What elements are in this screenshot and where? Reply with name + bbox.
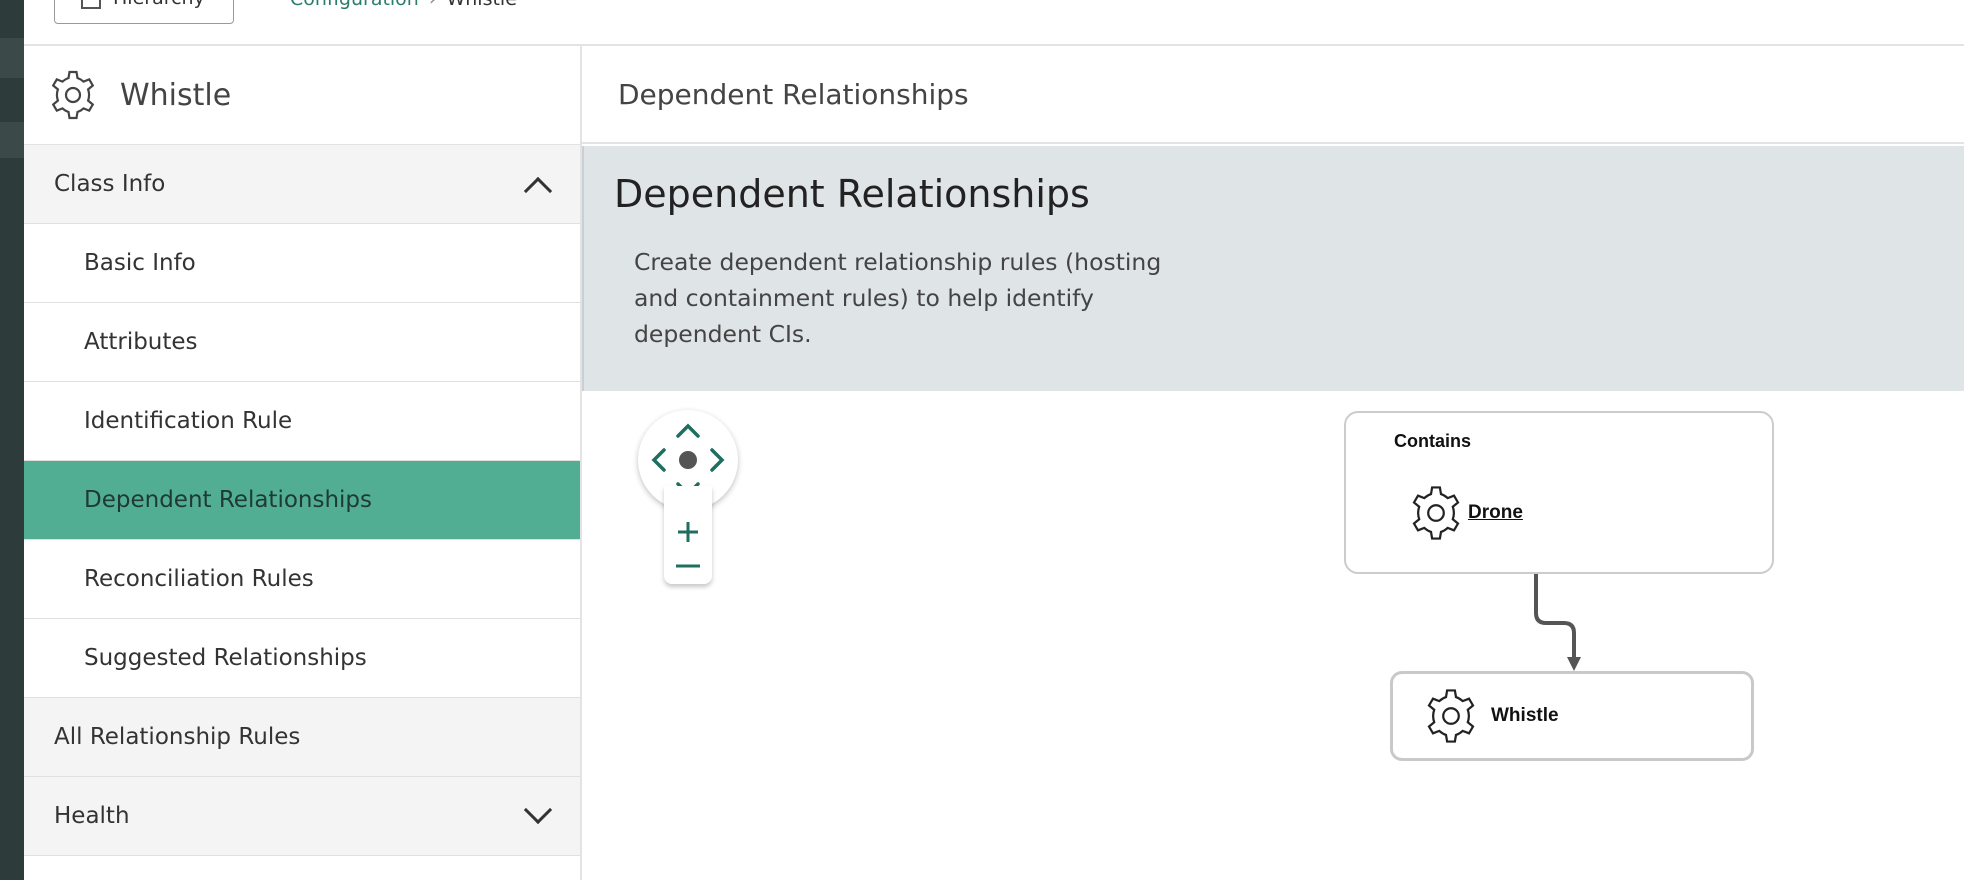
- chevron-down-icon[interactable]: [523, 795, 553, 825]
- chevron-up-icon[interactable]: [523, 176, 553, 206]
- strip-band: [0, 122, 24, 158]
- child-class-node[interactable]: Whistle: [1390, 671, 1754, 761]
- sidebar-header: Whistle: [24, 46, 580, 145]
- section-all-rules-label: All Relationship Rules: [54, 724, 301, 750]
- section-class-info-label: Class Info: [54, 171, 166, 197]
- sidebar-item-suggested-relationships[interactable]: Suggested Relationships: [24, 619, 580, 698]
- hierarchy-label: Hierarchy: [113, 0, 205, 9]
- sidebar-item-identification-rule[interactable]: Identification Rule: [24, 382, 580, 461]
- gear-icon: [1427, 689, 1475, 743]
- banner-title: Dependent Relationships: [614, 172, 1090, 216]
- relationship-diagram-canvas[interactable]: Contains Drone Whistle: [582, 391, 1964, 880]
- breadcrumb-separator: ›: [419, 0, 447, 10]
- contains-rule-box[interactable]: Contains Drone: [1344, 411, 1774, 574]
- gear-icon: [1412, 486, 1460, 540]
- breadcrumb-configuration[interactable]: Configuration: [290, 0, 419, 10]
- breadcrumb-current: Whistle: [446, 0, 516, 10]
- sidebar-item-attributes[interactable]: Attributes: [24, 303, 580, 382]
- section-class-info[interactable]: Class Info: [24, 145, 580, 224]
- child-class-label: Whistle: [1491, 705, 1559, 726]
- hierarchy-icon: [81, 0, 101, 9]
- sidebar-item-label: Basic Info: [84, 250, 196, 276]
- strip-band: [0, 38, 24, 78]
- app-left-strip: [0, 0, 24, 880]
- page-title: Dependent Relationships: [582, 46, 1964, 144]
- banner-description: Create dependent relationship rules (hos…: [634, 248, 1162, 348]
- relation-label: Contains: [1394, 431, 1472, 451]
- top-bar: Hierarchy Configuration›Whistle: [24, 0, 1964, 46]
- sidebar-item-basic-info[interactable]: Basic Info: [24, 224, 580, 303]
- sidebar-item-label: Reconciliation Rules: [84, 566, 314, 592]
- section-health[interactable]: Health: [24, 777, 580, 856]
- sidebar-item-reconciliation-rules[interactable]: Reconciliation Rules: [24, 540, 580, 619]
- sidebar-item-label: Attributes: [84, 329, 198, 355]
- info-banner: Dependent Relationships Create dependent…: [582, 146, 1964, 391]
- section-all-relationship-rules[interactable]: All Relationship Rules: [24, 698, 580, 777]
- sidebar-item-label: Suggested Relationships: [84, 645, 367, 671]
- class-sidebar: Whistle Class Info Basic Info Attributes…: [24, 46, 582, 880]
- parent-class-node[interactable]: Drone: [1406, 483, 1523, 543]
- section-health-label: Health: [54, 803, 130, 829]
- sidebar-item-label: Identification Rule: [84, 408, 293, 434]
- hierarchy-button[interactable]: Hierarchy: [54, 0, 234, 24]
- breadcrumb: Configuration›Whistle: [290, 0, 517, 10]
- main-panel: Dependent Relationships Dependent Relati…: [582, 46, 1964, 880]
- sidebar-title: Whistle: [120, 77, 232, 113]
- sidebar-item-dependent-relationships[interactable]: Dependent Relationships: [24, 461, 580, 540]
- sidebar-item-label: Dependent Relationships: [84, 487, 373, 513]
- gear-icon: [51, 70, 95, 120]
- drone-link[interactable]: Drone: [1468, 502, 1523, 524]
